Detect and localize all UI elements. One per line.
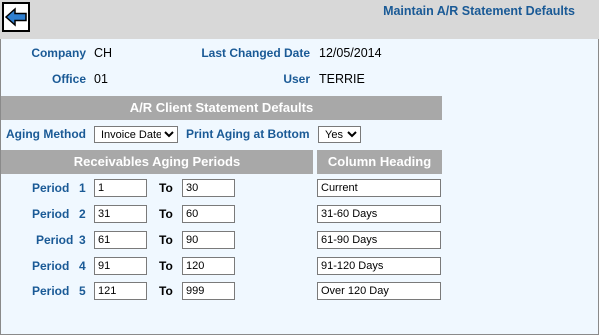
period-number: 4: [79, 259, 86, 273]
client-defaults-header: A/R Client Statement Defaults: [1, 96, 442, 120]
column-heading-input[interactable]: [317, 205, 441, 223]
period-to-input[interactable]: [182, 179, 235, 197]
period-number: 2: [79, 207, 86, 221]
print-aging-label: Print Aging at Bottom: [186, 127, 310, 141]
to-label: To: [159, 207, 173, 221]
period-to-input[interactable]: [182, 231, 235, 249]
user-value: TERRIE: [319, 72, 365, 86]
last-changed-label: Last Changed Date: [201, 46, 310, 60]
column-heading-input[interactable]: [317, 257, 441, 275]
to-label: To: [159, 259, 173, 273]
period-from-input[interactable]: [94, 282, 147, 300]
period-to-input[interactable]: [182, 282, 235, 300]
column-heading-header: Column Heading: [317, 150, 442, 174]
print-aging-select[interactable]: Yes: [318, 126, 361, 143]
title-bar: Maintain A/R Statement Defaults: [0, 0, 599, 39]
page-title: Maintain A/R Statement Defaults: [383, 4, 575, 18]
to-label: To: [159, 181, 173, 195]
to-label: To: [159, 284, 173, 298]
period-from-input[interactable]: [94, 205, 147, 223]
period-label: Period: [32, 259, 70, 273]
period-to-input[interactable]: [182, 257, 235, 275]
period-number: 5: [79, 284, 86, 298]
period-label: Period: [32, 181, 70, 195]
period-label: Period: [32, 284, 70, 298]
office-label: Office: [51, 72, 86, 86]
back-arrow-icon: [5, 7, 27, 27]
company-value: CH: [94, 46, 113, 60]
period-number: 1: [79, 181, 86, 195]
period-from-input[interactable]: [94, 179, 147, 197]
period-label: Period: [36, 233, 74, 247]
back-button[interactable]: [2, 2, 30, 32]
period-to-input[interactable]: [182, 205, 235, 223]
column-heading-input[interactable]: [317, 231, 441, 249]
to-label: To: [159, 233, 173, 247]
aging-method-select[interactable]: Invoice Date: [94, 126, 178, 143]
period-from-input[interactable]: [94, 257, 147, 275]
aging-method-label: Aging Method: [6, 127, 86, 141]
company-label: Company: [31, 46, 86, 60]
aging-periods-header: Receivables Aging Periods: [1, 150, 313, 174]
office-value: 01: [94, 72, 108, 86]
user-label: User: [283, 72, 310, 86]
period-from-input[interactable]: [94, 231, 147, 249]
period-number: 3: [79, 233, 86, 247]
period-label: Period: [32, 207, 70, 221]
last-changed-value: 12/05/2014: [319, 46, 382, 60]
column-heading-input[interactable]: [317, 179, 441, 197]
column-heading-input[interactable]: [317, 282, 441, 300]
